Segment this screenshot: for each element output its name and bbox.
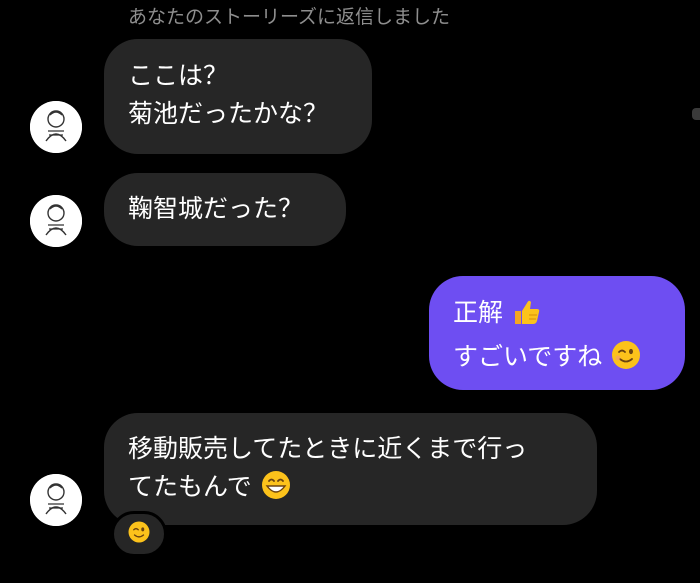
message-bubble-received[interactable]: 移動販売してたときに近くまで行っ てたもんで bbox=[104, 413, 597, 525]
message-text: すごいですね bbox=[453, 342, 603, 371]
sender-avatar[interactable] bbox=[30, 101, 82, 153]
message-bubble-received[interactable]: ここは？ 菊池だったかな？ bbox=[104, 39, 372, 154]
message-text: ここは？ bbox=[128, 61, 229, 90]
message-text: 移動販売してたときに近くまで行っ bbox=[128, 434, 528, 463]
scroll-indicator bbox=[692, 108, 700, 120]
avatar-sketch-icon bbox=[30, 195, 82, 247]
avatar-sketch-icon bbox=[30, 474, 82, 526]
sender-avatar[interactable] bbox=[30, 474, 82, 526]
message-bubble-sent[interactable]: 正解 すごいですね bbox=[429, 276, 685, 390]
message-reaction[interactable] bbox=[111, 511, 167, 557]
message-text: 正解 bbox=[453, 298, 504, 327]
sender-avatar[interactable] bbox=[30, 195, 82, 247]
message-text: 鞠智城だった？ bbox=[128, 194, 304, 223]
message-text: てたもんで bbox=[128, 472, 252, 501]
message-bubble-received[interactable]: 鞠智城だった？ bbox=[104, 173, 346, 246]
thumbs-up-icon bbox=[511, 297, 541, 338]
winking-face-icon bbox=[127, 520, 151, 548]
message-text: 菊池だったかな？ bbox=[128, 99, 329, 128]
avatar-sketch-icon bbox=[30, 101, 82, 153]
grinning-face-icon bbox=[260, 469, 292, 512]
story-reply-label: あなたのストーリーズに返信しました bbox=[128, 6, 451, 28]
winking-face-icon bbox=[610, 339, 642, 382]
